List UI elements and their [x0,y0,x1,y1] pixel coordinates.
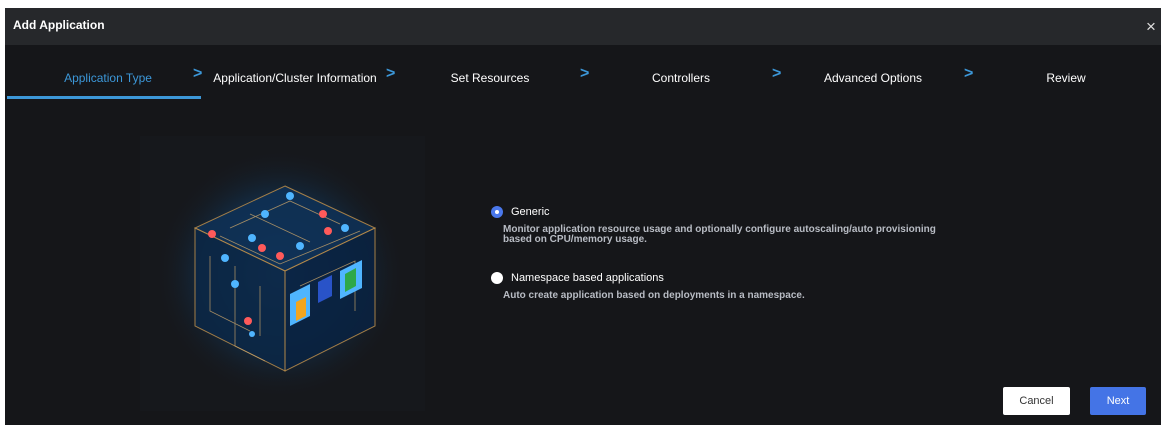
namespace-description-line: Auto create application based on deploym… [503,290,805,301]
generic-label: Generic [511,206,550,218]
active-step-indicator [7,96,201,99]
cancel-button[interactable]: Cancel [1003,387,1070,415]
wizard-steps: Application Type > Application/Cluster I… [5,45,1161,99]
chevron-right-icon: > [964,65,974,82]
dialog-title: Add Application [13,18,105,32]
generic-description: Monitor application resource usage and o… [503,225,936,245]
dialog-titlebar: Add Application × [5,8,1161,45]
step-advanced-options[interactable]: Advanced Options [824,71,922,85]
step-set-resources[interactable]: Set Resources [451,71,530,85]
chevron-right-icon: > [772,65,782,82]
step-review[interactable]: Review [1046,71,1085,85]
generic-radio[interactable] [491,206,503,218]
namespace-description: Auto create application based on deploym… [503,291,805,301]
step-controllers[interactable]: Controllers [652,71,710,85]
generic-description-line: based on CPU/memory usage. [503,234,647,245]
step-application-type[interactable]: Application Type [64,71,152,85]
add-application-dialog: Add Application × Application Type > App… [5,8,1161,425]
chevron-right-icon: > [580,65,590,82]
circuit-cube-illustration [140,136,425,411]
namespace-radio[interactable] [491,272,503,284]
chevron-right-icon: > [193,65,203,82]
next-button[interactable]: Next [1090,387,1146,415]
chevron-right-icon: > [386,65,396,82]
close-icon[interactable]: × [1141,15,1161,39]
namespace-label: Namespace based applications [511,272,664,284]
step-application-cluster-information[interactable]: Application/Cluster Information [213,71,376,85]
